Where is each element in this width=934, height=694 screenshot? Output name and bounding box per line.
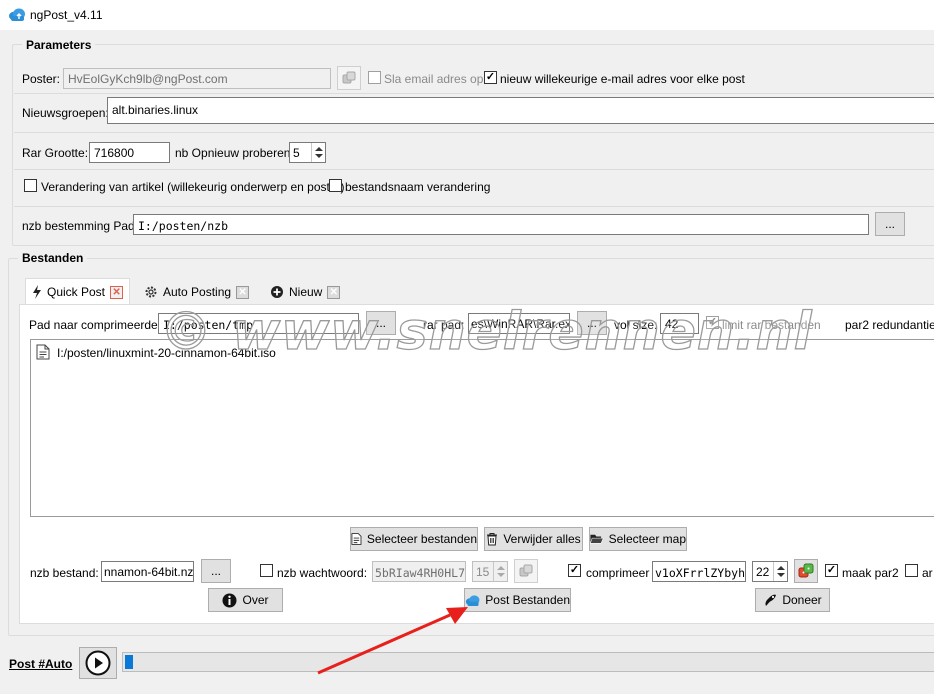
nzb-path-input[interactable]: I:/posten/nzb — [133, 214, 869, 235]
play-button[interactable] — [79, 647, 117, 679]
obfuscate-article-label: Verandering van artikel (willekeurig ond… — [41, 180, 345, 194]
obfuscate-filename-checkbox[interactable] — [329, 179, 342, 192]
progress-fill — [125, 655, 133, 669]
donate-label: Doneer — [782, 593, 822, 607]
watermark: © www.snelrennen.nl — [159, 301, 813, 362]
post-files-button[interactable]: Post Bestanden — [464, 588, 571, 612]
donate-icon — [765, 594, 777, 606]
donate-button[interactable]: Doneer — [755, 588, 830, 612]
par2-redundancy-label: par2 redundantie ( — [845, 318, 934, 332]
nzb-password-input[interactable]: 5bRIaw4RH0HL79 — [372, 561, 466, 582]
files-group-title: Bestanden — [18, 251, 88, 265]
newsgroups-input[interactable]: alt.binaries.linux — [107, 97, 934, 124]
tab-label: Quick Post — [47, 285, 106, 299]
close-icon[interactable]: ✕ — [110, 285, 124, 299]
random-email-checkbox[interactable]: ✓ — [484, 71, 497, 84]
extra-option-label: ar — [922, 566, 933, 580]
poster-label: Poster: — [22, 72, 61, 86]
tab-quick-post[interactable]: Quick Post ✕ — [25, 278, 131, 305]
gear-icon — [145, 286, 157, 298]
poster-input[interactable]: HvEolGyKch9lb@ngPost.com — [63, 68, 331, 89]
parameters-group-title: Parameters — [22, 38, 96, 52]
password-length-spinbox[interactable]: 15 — [472, 561, 508, 582]
archive-name-length-value: 22 — [756, 565, 770, 579]
generate-password-button[interactable] — [514, 559, 538, 583]
plus-circle-icon — [271, 286, 283, 298]
select-files-button[interactable]: Selecteer bestanden — [350, 527, 478, 551]
file-list[interactable]: I:/posten/linuxmint-20-cinnamon-64bit.is… — [30, 339, 934, 517]
play-icon — [85, 650, 111, 676]
dice-icon — [519, 564, 533, 577]
divider — [14, 93, 934, 94]
spin-arrows[interactable] — [311, 143, 325, 162]
spin-arrows[interactable] — [773, 562, 787, 581]
nzb-path-browse-button[interactable]: ... — [875, 212, 905, 236]
info-icon — [222, 593, 237, 607]
password-length-value: 15 — [476, 565, 490, 579]
rar-size-label: Rar Grootte: — [22, 146, 89, 160]
post-auto-link[interactable]: Post #Auto — [9, 657, 72, 671]
cloud-icon — [9, 8, 25, 21]
dice-icon — [342, 71, 356, 84]
spin-arrows[interactable] — [493, 562, 507, 581]
dice-icon — [798, 563, 814, 578]
trash-icon — [487, 533, 498, 546]
archive-name-input[interactable]: v1oXFrrlZYbyhRxK — [652, 561, 746, 582]
nzb-file-browse-button[interactable]: ... — [201, 559, 231, 583]
lightning-icon — [33, 285, 41, 299]
remove-all-label: Verwijder alles — [503, 532, 581, 546]
make-par2-checkbox[interactable]: ✓ — [825, 564, 838, 577]
tab-auto-posting[interactable]: Auto Posting ✕ — [138, 280, 255, 304]
about-button[interactable]: Over — [208, 588, 283, 612]
nzb-file-label: nzb bestand: — [30, 566, 99, 580]
compress-path-label: Pad naar comprimeerder: — [29, 318, 166, 332]
retries-label: nb Opnieuw proberen: — [175, 146, 294, 160]
tab-new[interactable]: Nieuw ✕ — [264, 280, 346, 304]
select-files-label: Selecteer bestanden — [366, 532, 477, 546]
divider — [14, 132, 934, 133]
save-email-checkbox[interactable] — [368, 71, 381, 84]
about-label: Over — [242, 593, 269, 607]
document-icon — [351, 533, 362, 545]
title-bar: ngPost_v4.11 — [0, 0, 934, 30]
retries-spinbox[interactable]: 5 — [289, 142, 326, 163]
progress-bar — [122, 652, 934, 672]
file-icon — [36, 344, 50, 360]
retries-value: 5 — [293, 146, 300, 160]
save-email-label: Sla email adres op — [384, 72, 484, 86]
remove-all-button[interactable]: Verwijder alles — [484, 527, 583, 551]
archive-name-length-spinbox[interactable]: 22 — [752, 561, 788, 582]
tab-label: Auto Posting — [163, 285, 232, 299]
close-icon[interactable]: ✕ — [236, 285, 250, 299]
select-folder-button[interactable]: Selecteer map — [589, 527, 687, 551]
window-title: ngPost_v4.11 — [30, 8, 103, 22]
compress-checkbox[interactable]: ✓ — [568, 564, 581, 577]
nzb-file-input[interactable]: nnamon-64bit.nzb — [101, 561, 194, 582]
divider — [14, 206, 934, 207]
rar-size-input[interactable]: 716800 — [89, 142, 170, 163]
folder-icon — [590, 534, 604, 544]
generate-poster-button[interactable] — [337, 66, 361, 90]
extra-option-checkbox[interactable] — [905, 564, 918, 577]
nzb-password-label: nzb wachtwoord: — [277, 566, 368, 580]
select-folder-label: Selecteer map — [608, 532, 686, 546]
close-icon[interactable]: ✕ — [327, 285, 341, 299]
obfuscate-filename-label: bestandsnaam verandering — [345, 180, 491, 194]
compress-label: comprimeer — [586, 566, 650, 580]
random-email-label: nieuw willekeurige e-mail adres voor elk… — [500, 72, 745, 86]
cloud-icon — [465, 594, 480, 606]
obfuscate-article-checkbox[interactable] — [24, 179, 37, 192]
generate-archive-name-button[interactable] — [794, 559, 818, 583]
divider — [14, 169, 934, 170]
tab-label: Nieuw — [289, 285, 323, 299]
nzb-password-checkbox[interactable] — [260, 564, 273, 577]
post-files-label: Post Bestanden — [485, 593, 570, 607]
newsgroups-label: Nieuwsgroepen: — [22, 106, 109, 120]
nzb-path-label: nzb bestemming Pad: — [22, 219, 139, 233]
make-par2-label: maak par2 — [842, 566, 899, 580]
